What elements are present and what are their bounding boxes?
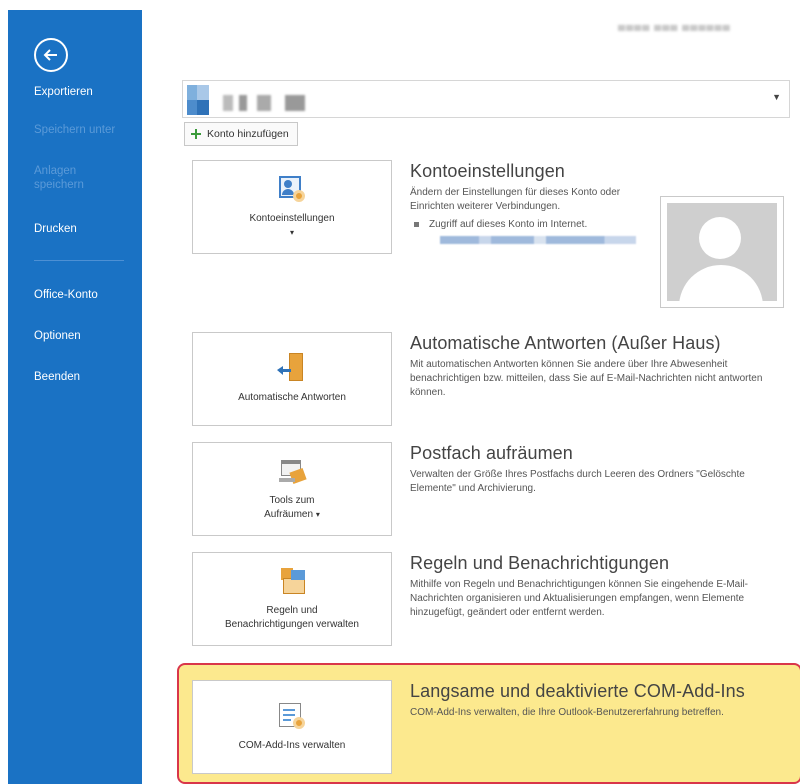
- nav-item-optionen[interactable]: Optionen: [34, 329, 81, 343]
- add-account-label: Konto hinzufügen: [207, 128, 289, 140]
- account-settings-tile-label: Kontoeinstellungen: [249, 213, 335, 224]
- chevron-down-icon: ▾: [289, 228, 294, 237]
- automatic-replies-tile[interactable]: Automatische Antworten: [192, 332, 392, 426]
- nav-item-drucken[interactable]: Drucken: [34, 222, 77, 236]
- chevron-down-icon: ▾: [315, 510, 320, 519]
- nav-separator: [34, 260, 124, 261]
- rules-alerts-icon: [277, 566, 307, 596]
- nav-item-speichern-unter: Speichern unter: [34, 124, 116, 136]
- back-button[interactable]: [34, 38, 68, 72]
- blurred-web-url[interactable]: [440, 236, 636, 244]
- section-automatic-replies: Automatische Antworten Automatische Antw…: [176, 332, 796, 432]
- blurred-account-icon: [187, 85, 209, 115]
- section-description: Mit automatischen Antworten können Sie a…: [410, 359, 763, 398]
- section-title: Regeln und Benachrichtigungen: [410, 553, 670, 573]
- account-settings-text: Kontoeinstellungen Ändern der Einstellun…: [410, 160, 660, 244]
- com-addins-text: Langsame und deaktivierte COM-Add-Ins CO…: [410, 680, 786, 720]
- cleanup-tools-label-line1: Tools zum: [269, 495, 315, 506]
- cleanup-tools-label-line2: Aufräumen ▾: [264, 508, 320, 522]
- web-access-link[interactable]: Zugriff auf dieses Konto im Internet.: [410, 218, 660, 232]
- rules-alerts-text: Regeln und Benachrichtigungen Mithilfe v…: [410, 552, 786, 620]
- person-placeholder-icon: [667, 203, 777, 301]
- section-title: Postfach aufräumen: [410, 443, 573, 463]
- cleanup-tools-tile[interactable]: Tools zum Aufräumen ▾: [192, 442, 392, 536]
- rules-alerts-label-line2: Benachrichtigungen verwalten: [225, 619, 359, 630]
- avatar[interactable]: [660, 196, 784, 308]
- section-rules-alerts: Regeln und Benachrichtigungen verwalten …: [176, 552, 796, 652]
- section-title: Langsame und deaktivierte COM-Add-Ins: [410, 681, 745, 701]
- backstage-sidebar: Exportieren Speichern unter Anlagen spei…: [8, 10, 142, 784]
- cleanup-tools-label-text: Aufräumen: [264, 509, 314, 520]
- com-addins-icon: [277, 701, 307, 731]
- add-account-button[interactable]: Konto hinzufügen: [184, 122, 298, 146]
- nav-item-office-konto[interactable]: Office-Konto: [34, 288, 98, 302]
- com-addins-tile[interactable]: COM-Add-Ins verwalten: [192, 680, 392, 774]
- rules-alerts-tile[interactable]: Regeln und Benachrichtigungen verwalten: [192, 552, 392, 646]
- section-description: Mithilfe von Regeln und Benachrichtigung…: [410, 579, 748, 618]
- section-description: Ändern der Einstellungen für dieses Kont…: [410, 187, 621, 212]
- section-com-addins: COM-Add-Ins verwalten Langsame und deakt…: [176, 680, 796, 780]
- nav-item-beenden[interactable]: Beenden: [34, 370, 80, 384]
- nav-item-exportieren[interactable]: Exportieren: [34, 85, 93, 99]
- account-settings-tile[interactable]: Kontoeinstellungen ▾: [192, 160, 392, 254]
- section-title: Kontoeinstellungen: [410, 161, 565, 181]
- mailbox-cleanup-text: Postfach aufräumen Verwalten der Größe I…: [410, 442, 786, 496]
- automatic-replies-icon: [277, 353, 307, 383]
- blurred-account-name: [223, 95, 305, 111]
- section-description: Verwalten der Größe Ihres Postfachs durc…: [410, 469, 745, 494]
- cleanup-tools-icon: [277, 456, 307, 486]
- blurred-user-name: ▀▀▀▀ ▀▀▀ ▀▀▀▀▀▀: [618, 26, 731, 37]
- web-access-label: Zugriff auf dieses Konto im Internet.: [429, 219, 588, 230]
- com-addins-tile-label: COM-Add-Ins verwalten: [238, 740, 346, 751]
- account-settings-icon: [277, 174, 307, 204]
- account-selector[interactable]: ▼: [182, 80, 790, 118]
- chevron-down-icon: ▼: [772, 92, 781, 102]
- section-mailbox-cleanup: Tools zum Aufräumen ▾ Postfach aufräumen…: [176, 442, 796, 542]
- rules-alerts-label-line1: Regeln und: [266, 605, 318, 616]
- section-account-settings: Kontoeinstellungen ▾ Kontoeinstellungen …: [176, 160, 796, 320]
- section-title: Automatische Antworten (Außer Haus): [410, 333, 721, 353]
- section-description: COM-Add-Ins verwalten, die Ihre Outlook-…: [410, 707, 724, 718]
- bullet-icon: [414, 222, 419, 227]
- automatic-replies-text: Automatische Antworten (Außer Haus) Mit …: [410, 332, 786, 400]
- nav-item-anlagen-speichern: Anlagen speichern: [34, 165, 84, 191]
- automatic-replies-tile-label: Automatische Antworten: [238, 392, 346, 403]
- plus-icon: [191, 129, 201, 139]
- back-arrow-icon: [43, 49, 57, 61]
